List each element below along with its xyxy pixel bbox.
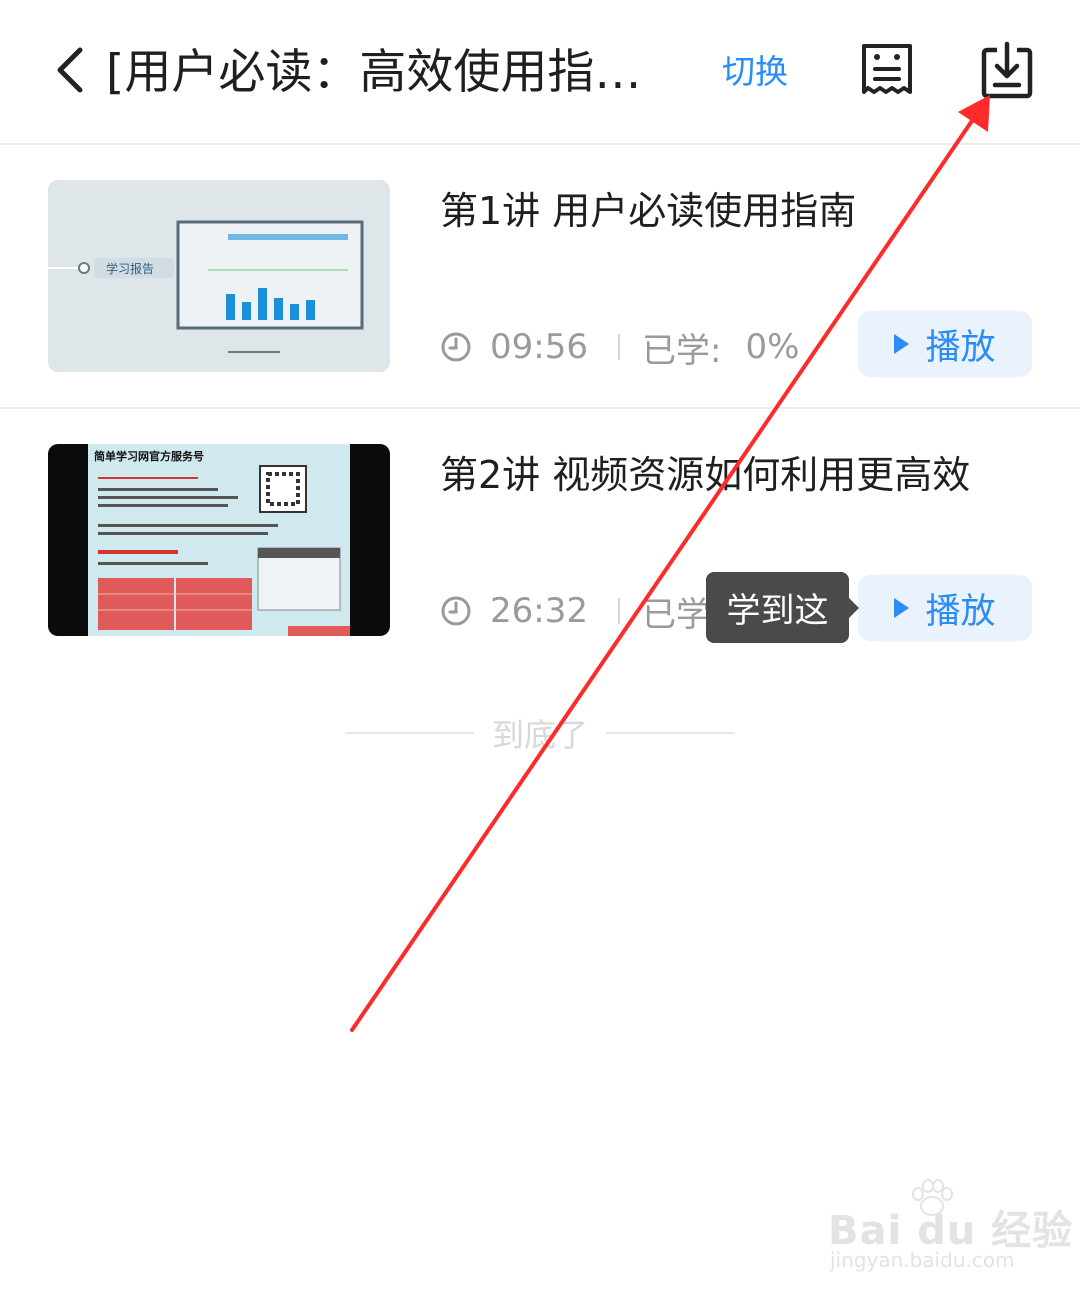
lesson-row[interactable]: 简单学习网官方服务号 第2讲 视频资源如何利用更高效 26:32 已学: 播放 bbox=[0, 409, 1080, 673]
play-label: 播放 bbox=[925, 591, 996, 632]
end-text: 到底了 bbox=[492, 716, 589, 754]
lesson-thumbnail[interactable]: 简单学习网官方服务号 bbox=[48, 444, 390, 636]
progress-value: 0% bbox=[745, 327, 800, 367]
chevron-left-icon bbox=[57, 47, 83, 93]
play-button[interactable]: 播放 bbox=[858, 311, 1032, 377]
resume-tooltip: 学到这 bbox=[706, 572, 859, 643]
thumb-caption: 简单学习网官方服务号 bbox=[94, 449, 204, 463]
meta-divider bbox=[617, 598, 620, 624]
lesson-thumbnail[interactable]: 学习报告 bbox=[48, 180, 390, 372]
lesson-meta: 26:32 已学: bbox=[440, 581, 721, 641]
clock-icon bbox=[441, 332, 471, 362]
lesson-title[interactable]: 第2讲 视频资源如何利用更高效 bbox=[440, 445, 1000, 505]
divider bbox=[606, 732, 736, 734]
baidu-watermark: Bai du 经验 jingyan.baidu.com bbox=[828, 1178, 1072, 1278]
lesson-row[interactable]: 学习报告 第1讲 用户必读使用指南 09:56 已学: 0% 播放 bbox=[0, 145, 1080, 409]
lesson-duration: 09:56 bbox=[490, 327, 588, 367]
play-button[interactable]: 播放 bbox=[858, 575, 1032, 641]
notes-icon[interactable] bbox=[858, 40, 916, 102]
play-icon bbox=[894, 334, 910, 354]
play-label: 播放 bbox=[925, 327, 996, 368]
switch-button[interactable]: 切换 bbox=[722, 48, 788, 96]
progress-label: 已学: bbox=[641, 330, 722, 371]
list-end-marker: 到底了 bbox=[345, 710, 736, 756]
lesson-duration: 26:32 bbox=[490, 591, 588, 631]
download-icon[interactable] bbox=[978, 40, 1036, 102]
back-button[interactable] bbox=[48, 44, 92, 96]
play-icon bbox=[894, 598, 910, 618]
top-bar: [用户必读：高效使用指… 切换 bbox=[0, 0, 1080, 145]
page-title: [用户必读：高效使用指… bbox=[106, 45, 642, 100]
thumb-caption: 学习报告 bbox=[106, 261, 154, 276]
lesson-title[interactable]: 第1讲 用户必读使用指南 bbox=[440, 181, 1000, 241]
divider bbox=[345, 732, 474, 734]
clock-icon bbox=[441, 596, 471, 626]
lesson-meta: 09:56 已学: 0% bbox=[440, 317, 799, 377]
watermark-url: jingyan.baidu.com bbox=[830, 1248, 1015, 1272]
meta-divider bbox=[617, 334, 620, 360]
